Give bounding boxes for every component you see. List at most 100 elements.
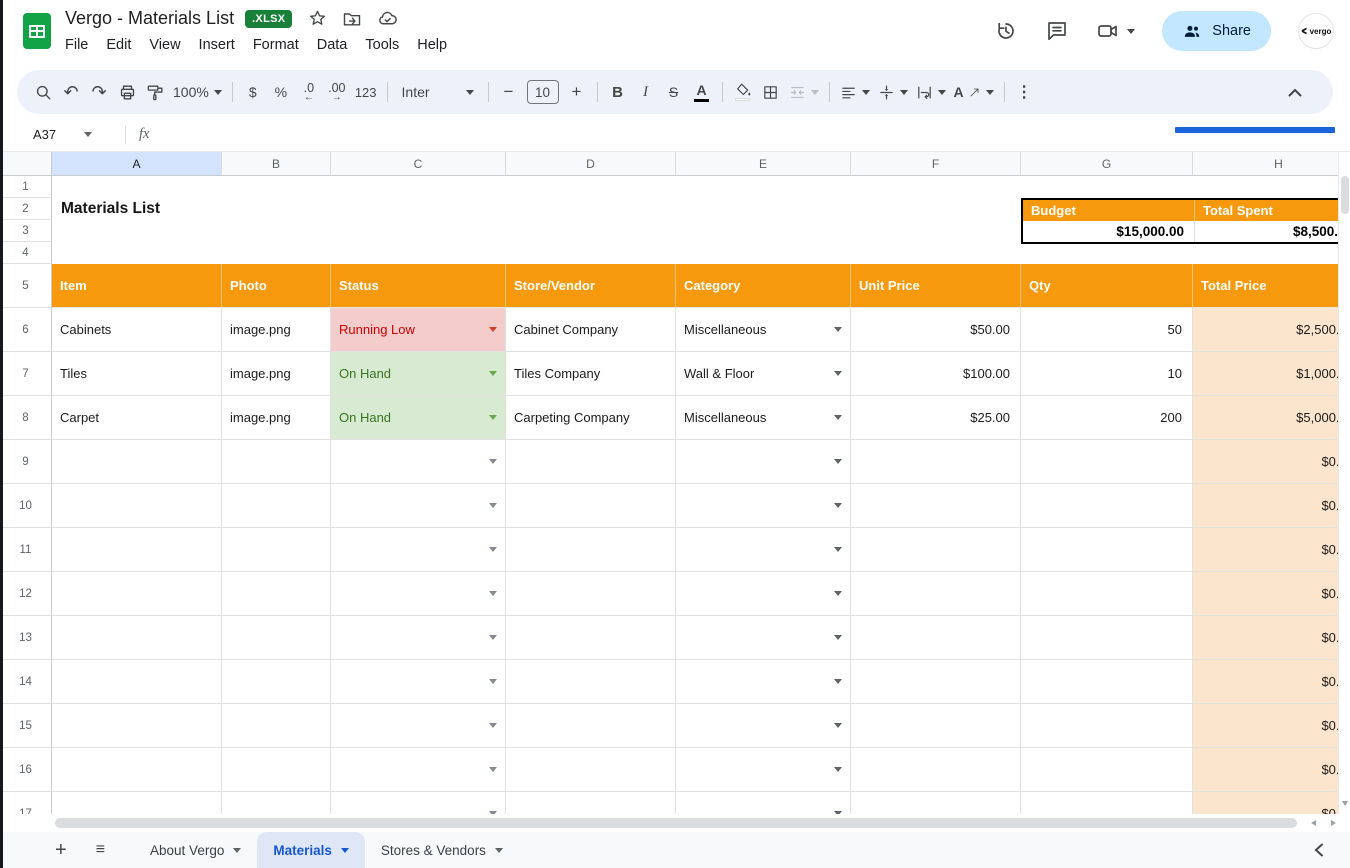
row-header-8[interactable]: 8 [0,396,52,440]
sheet-tab-about-vergo[interactable]: About Vergo [134,832,257,868]
cell-E15[interactable] [676,704,851,748]
cell-B9[interactable] [222,440,331,484]
cell-H16[interactable]: $0.00 [1193,748,1350,792]
cell-C10[interactable] [331,484,506,528]
increase-font-size-button[interactable]: + [563,77,591,107]
cell-H12[interactable]: $0.00 [1193,572,1350,616]
menu-insert[interactable]: Insert [190,35,244,55]
cell-B14[interactable] [222,660,331,704]
cell-E17[interactable] [676,792,851,814]
menu-data[interactable]: Data [308,35,357,55]
cell-G8[interactable]: 200 [1021,396,1193,440]
cell-B15[interactable] [222,704,331,748]
cell-F9[interactable] [851,440,1021,484]
merge-cells-button[interactable] [785,77,823,107]
cell-G12[interactable] [1021,572,1193,616]
cell-D8[interactable]: Carpeting Company [506,396,676,440]
increase-decimal-button[interactable]: .00→ [323,77,351,107]
header-cell-E5[interactable]: Category [676,264,851,308]
sheet-tab-materials[interactable]: Materials [257,832,365,868]
font-selector[interactable]: Inter [394,77,482,107]
text-color-button[interactable]: A [688,77,716,107]
version-history-icon[interactable] [994,19,1018,43]
cell-G11[interactable] [1021,528,1193,572]
sheet-tab-stores-vendors[interactable]: Stores & Vendors [365,832,519,868]
cell-A8[interactable]: Carpet [52,396,222,440]
cell-A10[interactable] [52,484,222,528]
cell-A13[interactable] [52,616,222,660]
cell-D6[interactable]: Cabinet Company [506,308,676,352]
paint-format-button[interactable] [141,77,169,107]
add-sheet-button[interactable]: + [55,840,67,860]
font-size-input[interactable]: 10 [523,77,563,107]
vertical-scrollbar-thumb[interactable] [1341,176,1349,214]
cell-E13[interactable] [676,616,851,660]
more-toolbar-button[interactable]: ⋮ [1011,77,1039,107]
cell-D14[interactable] [506,660,676,704]
share-button[interactable]: Share [1162,11,1271,51]
menu-help[interactable]: Help [408,35,456,55]
cell-F17[interactable] [851,792,1021,814]
cell-B12[interactable] [222,572,331,616]
cell-H11[interactable]: $0.00 [1193,528,1350,572]
format-currency-button[interactable]: $ [239,77,267,107]
cell-D9[interactable] [506,440,676,484]
cell-B8[interactable]: image.png [222,396,331,440]
redo-button[interactable]: ↷ [85,77,113,107]
cell-A9[interactable] [52,440,222,484]
cell-H10[interactable]: $0.00 [1193,484,1350,528]
cell-H15[interactable]: $0.00 [1193,704,1350,748]
cell-D7[interactable]: Tiles Company [506,352,676,396]
cell-D13[interactable] [506,616,676,660]
column-header-F[interactable]: F [851,152,1021,176]
cell-D15[interactable] [506,704,676,748]
cell-F14[interactable] [851,660,1021,704]
cell-E11[interactable] [676,528,851,572]
menu-edit[interactable]: Edit [97,35,140,55]
cell-C11[interactable] [331,528,506,572]
more-formats-button[interactable]: 123 [351,77,381,107]
cell-G9[interactable] [1021,440,1193,484]
row-header-15[interactable]: 15 [0,704,52,748]
account-avatar[interactable]: vergo [1298,13,1334,49]
header-cell-C5[interactable]: Status [331,264,506,308]
join-call-control[interactable] [1096,19,1135,43]
cell-G16[interactable] [1021,748,1193,792]
row-header-16[interactable]: 16 [0,748,52,792]
cell-F13[interactable] [851,616,1021,660]
cell-C6[interactable]: Running Low [331,308,506,352]
horizontal-scrollbar-thumb[interactable] [55,818,1297,828]
cell-G17[interactable] [1021,792,1193,814]
scroll-left-arrow-icon[interactable] [1311,820,1316,826]
bold-button[interactable]: B [604,77,632,107]
cell-A15[interactable] [52,704,222,748]
header-cell-H5[interactable]: Total Price [1193,264,1350,308]
document-title[interactable]: Vergo - Materials List [65,8,234,29]
column-header-D[interactable]: D [506,152,676,176]
header-cell-F5[interactable]: Unit Price [851,264,1021,308]
all-sheets-button[interactable]: ≡ [96,841,105,859]
cell-H9[interactable]: $0.00 [1193,440,1350,484]
borders-button[interactable] [757,77,785,107]
menu-tools[interactable]: Tools [356,35,408,55]
row-header-13[interactable]: 13 [0,616,52,660]
column-header-C[interactable]: C [331,152,506,176]
cell-C16[interactable] [331,748,506,792]
cell-A12[interactable] [52,572,222,616]
cell-H8[interactable]: $5,000.00 [1193,396,1350,440]
cell-C9[interactable] [331,440,506,484]
chevron-down-icon[interactable] [1127,29,1135,34]
cell-G3[interactable]: $15,000.00 [1023,221,1195,242]
row-header-3[interactable]: 3 [0,220,52,242]
scroll-right-arrow-icon[interactable] [1331,820,1336,826]
cell-B11[interactable] [222,528,331,572]
cell-H13[interactable]: $0.00 [1193,616,1350,660]
header-cell-B5[interactable]: Photo [222,264,331,308]
cell-F11[interactable] [851,528,1021,572]
cell-C14[interactable] [331,660,506,704]
select-all-corner[interactable] [0,152,52,176]
cell-D10[interactable] [506,484,676,528]
cloud-status-icon[interactable] [377,8,398,29]
column-header-E[interactable]: E [676,152,851,176]
cell-D17[interactable] [506,792,676,814]
